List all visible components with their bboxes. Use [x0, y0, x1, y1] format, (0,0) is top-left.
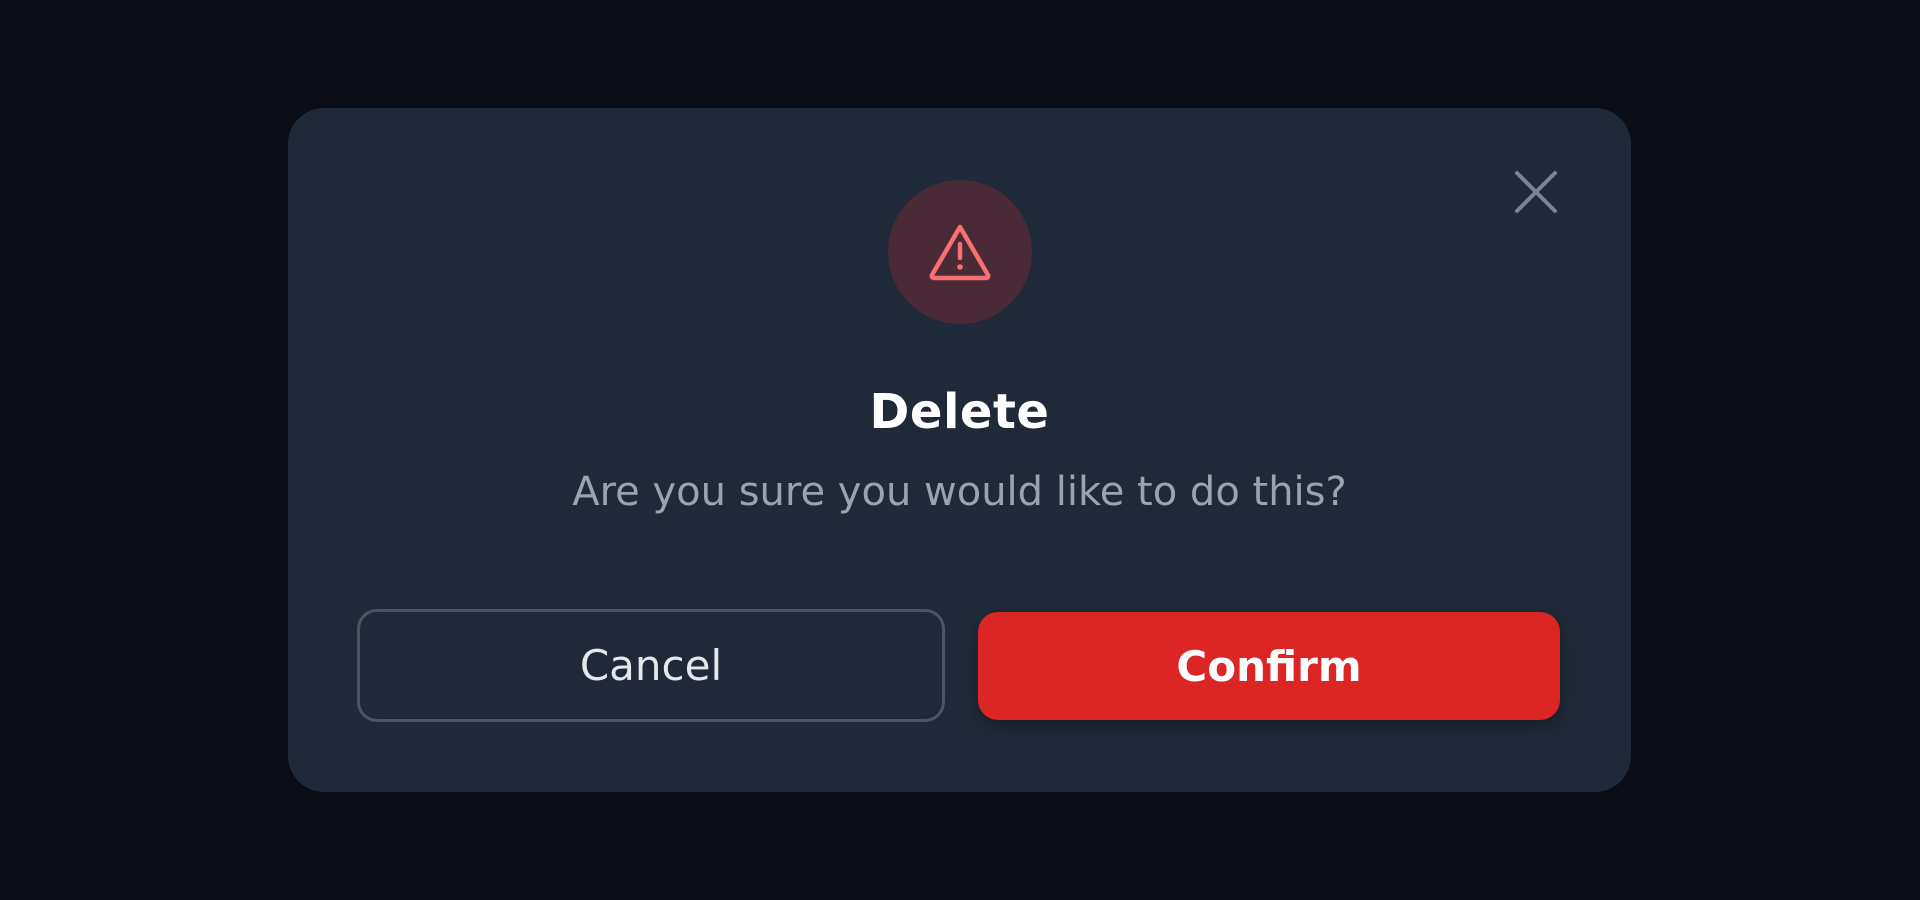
confirm-dialog: Delete Are you sure you would like to do…	[288, 108, 1631, 792]
close-icon	[1515, 171, 1557, 213]
confirm-button[interactable]: Confirm	[978, 612, 1560, 720]
close-button[interactable]	[1513, 169, 1559, 215]
dialog-title: Delete	[869, 384, 1050, 440]
cancel-button[interactable]: Cancel	[357, 609, 945, 722]
dialog-message: Are you sure you would like to do this?	[572, 469, 1347, 515]
warning-triangle-icon	[929, 224, 991, 281]
warning-icon-badge	[888, 180, 1032, 324]
